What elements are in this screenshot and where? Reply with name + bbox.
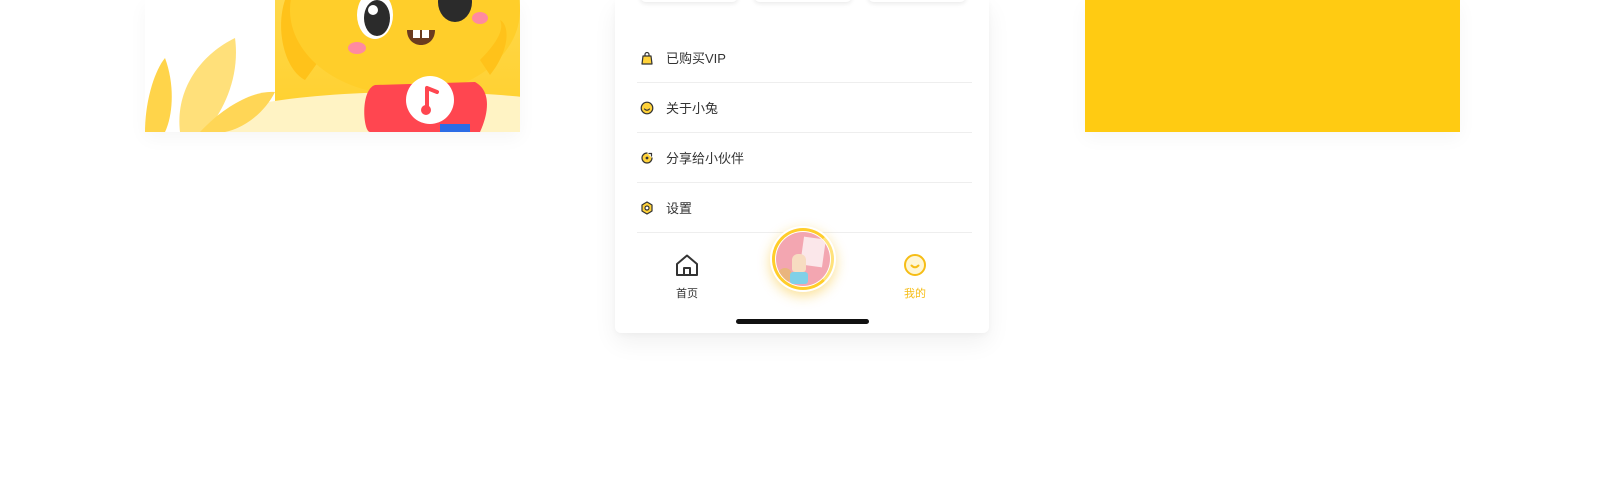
home-indicator xyxy=(736,319,869,324)
design-showcase: 已购买VIP 关于小兔 分享给小伙伴 设置 首页 我的 xyxy=(0,0,1600,501)
play-progress-ring xyxy=(772,228,834,290)
home-icon xyxy=(674,254,700,281)
smile-face-icon xyxy=(639,100,654,115)
top-card[interactable] xyxy=(868,0,966,2)
top-card-row xyxy=(640,0,969,4)
shopping-bag-icon xyxy=(639,50,654,65)
mascot-illustration-card xyxy=(145,0,520,132)
tab-mine[interactable]: 我的 xyxy=(885,253,945,301)
menu-item-purchased-vip[interactable]: 已购买VIP xyxy=(637,33,972,83)
bottom-tab-bar: 首页 我的 xyxy=(615,226,989,310)
yellow-color-card xyxy=(1085,0,1460,132)
top-card[interactable] xyxy=(754,0,852,2)
now-playing-button[interactable] xyxy=(770,226,836,292)
menu-item-about-rabbit[interactable]: 关于小兔 xyxy=(637,83,972,133)
menu-item-label: 分享给小伙伴 xyxy=(666,151,745,166)
menu-item-share-friends[interactable]: 分享给小伙伴 xyxy=(637,133,972,183)
smile-face-icon xyxy=(902,254,928,281)
menu-item-label: 设置 xyxy=(666,201,693,216)
rabbit-mascot-illustration xyxy=(145,0,520,132)
tab-mine-label: 我的 xyxy=(904,288,926,300)
share-icon xyxy=(639,150,654,165)
profile-phone-screen: 已购买VIP 关于小兔 分享给小伙伴 设置 首页 我的 xyxy=(615,0,989,333)
tab-home-label: 首页 xyxy=(676,288,698,300)
rabbit-body xyxy=(281,0,520,132)
top-card[interactable] xyxy=(640,0,738,2)
gear-icon xyxy=(639,200,654,215)
menu-item-label: 关于小兔 xyxy=(666,101,719,116)
album-cover-thumbnail xyxy=(776,232,830,286)
menu-item-label: 已购买VIP xyxy=(666,51,726,66)
tab-home[interactable]: 首页 xyxy=(657,253,717,301)
leaf-shapes xyxy=(145,38,275,132)
profile-menu: 已购买VIP 关于小兔 分享给小伙伴 设置 xyxy=(637,33,972,233)
